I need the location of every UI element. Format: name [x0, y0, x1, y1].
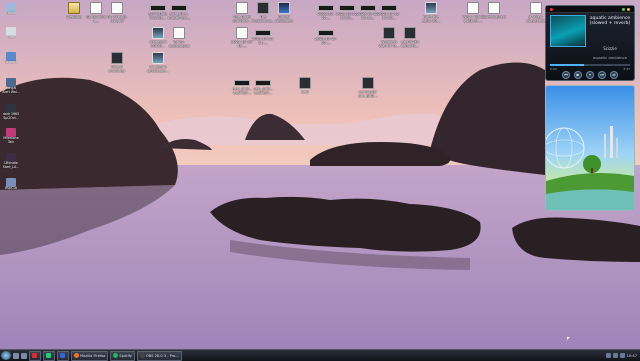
scenic-desktop-widget[interactable]	[545, 85, 635, 211]
desktop-icon[interactable]: new_prof... washroll...	[251, 77, 275, 95]
desktop-icon[interactable]: contrastor pro_BUD...	[356, 77, 380, 98]
network-tray-icon[interactable]	[605, 353, 611, 358]
media-player-widget: aquatic ambience (slowed + reverb) Scizz…	[545, 5, 635, 81]
image-file-icon	[255, 30, 271, 36]
desktop-icon[interactable]: lol-gleam landscape...	[146, 52, 170, 73]
shuffle-button[interactable]: ⇄	[610, 70, 618, 79]
clock[interactable]: 10:47	[627, 354, 637, 358]
archive-icon	[362, 77, 374, 89]
close-icon[interactable]	[550, 7, 553, 11]
taskbar-item-spotify[interactable]: Spotify	[110, 350, 135, 361]
track-title: aquatic ambience (slowed + reverb)	[589, 16, 631, 26]
desktop-icon[interactable]: attractive-sunset-wal...	[167, 2, 191, 20]
image-file-icon	[234, 80, 250, 86]
image-file-icon	[257, 2, 269, 14]
album-art	[550, 15, 586, 47]
file-icon	[299, 77, 311, 89]
obs-icon	[139, 353, 145, 358]
wallpaper	[0, 0, 640, 360]
executable-icon	[530, 2, 542, 14]
desktop-icon[interactable]: ezePR4X8 default6...	[398, 27, 422, 48]
desktop-icon-tripcut[interactable]: tRipCut	[2, 178, 20, 191]
text-file-icon	[488, 2, 500, 14]
taskbar-item-obs[interactable]: OBS 28.0.3 - Pro...	[136, 350, 182, 361]
taskbar-item-firefox[interactable]: Mozilla Firefox	[71, 350, 109, 361]
track-album: aquatic ambience	[593, 55, 627, 60]
show-desktop-icon[interactable]	[13, 352, 19, 359]
video-file-icon	[381, 5, 397, 11]
app-icon	[32, 353, 37, 358]
desktop-icon-fungal[interactable]: Fungal Alert Wal...	[2, 78, 20, 94]
desktop-icon-network[interactable]: Network	[2, 52, 20, 65]
folder-icon	[68, 2, 80, 14]
desktop-icon[interactable]: 2023-10-12-16-30...	[377, 2, 401, 20]
app-icon	[60, 353, 65, 358]
volume-tray-icon[interactable]	[612, 353, 618, 358]
spotify-icon	[113, 353, 119, 358]
desktop-icon[interactable]: from the early-30...	[419, 2, 443, 23]
maximize-icon[interactable]	[622, 7, 625, 11]
desktop-icon[interactable]: Desktop	[62, 2, 86, 19]
image-file-icon	[171, 5, 187, 11]
video-file-icon	[318, 5, 334, 11]
taskbar: Mozilla Firefox Spotify OBS 28.0.3 - Pro…	[0, 349, 640, 361]
image-file-icon	[255, 80, 271, 86]
desktop-icon-ultimate[interactable]: Ultimate Start_LA...	[2, 153, 20, 169]
archive-icon	[404, 27, 416, 39]
desktop-icon[interactable]: 2023-10-20-21-...	[251, 27, 275, 45]
player-titlebar	[546, 6, 634, 13]
desktop-icon[interactable]: Colour shock.tar	[105, 52, 129, 73]
desktop-icon[interactable]: 2023-10-12-20-...	[314, 27, 338, 45]
desktop-icon[interactable]: download.txt	[482, 2, 506, 19]
archive-icon	[383, 27, 395, 39]
desktop-icon-trash[interactable]: Trash	[2, 27, 20, 40]
video-file-icon	[318, 30, 334, 36]
image-file-icon	[150, 5, 166, 11]
track-artist: Scizzie	[603, 46, 617, 51]
play-button[interactable]: ▶	[574, 70, 582, 79]
player-controls: ⏮ ▶ ⏸ ⏭ ⇄	[550, 70, 630, 79]
start-menu-button[interactable]	[1, 351, 11, 360]
taskbar-item[interactable]	[43, 350, 55, 361]
next-button[interactable]: ⏭	[598, 70, 606, 79]
desktop-icon-dark-1965[interactable]: dark 1965 Spi2Oct...	[2, 104, 20, 120]
taskbar-item[interactable]	[29, 350, 41, 361]
document-icon	[90, 2, 102, 14]
desktop-icon[interactable]: GE Activity List.pdf	[105, 2, 129, 23]
archive-icon	[111, 52, 123, 64]
document-icon	[236, 2, 248, 14]
desktop-icon-home[interactable]: Home	[2, 3, 20, 16]
minimize-icon[interactable]	[627, 7, 630, 11]
image-file-icon	[152, 52, 164, 64]
desktop-icon-milestone[interactable]: Milestone Talk	[2, 128, 20, 144]
image-file-icon	[425, 2, 437, 14]
image-file-icon	[152, 27, 164, 39]
battery-tray-icon[interactable]	[619, 353, 625, 358]
system-tray: 10:47	[605, 353, 640, 358]
document-icon	[467, 2, 479, 14]
seek-bar-fill	[550, 64, 584, 66]
firefox-icon	[74, 353, 79, 358]
pause-button[interactable]: ⏸	[586, 70, 594, 79]
desktop-icon[interactable]: Global Wallpaper	[272, 2, 296, 23]
desktop-icon[interactable]: funny-quotes.png	[167, 27, 191, 48]
globe-landscape-art	[546, 126, 634, 210]
quick-launch-icon[interactable]	[21, 352, 27, 359]
mouse-cursor	[567, 337, 570, 340]
image-file-icon	[173, 27, 185, 39]
video-file-icon	[339, 5, 355, 11]
pdf-icon	[111, 2, 123, 14]
seek-bar[interactable]	[550, 64, 630, 66]
video-file-icon	[360, 5, 376, 11]
taskbar-item[interactable]	[57, 350, 69, 361]
previous-button[interactable]: ⏮	[562, 70, 570, 79]
document-icon	[236, 27, 248, 39]
desktop-icon[interactable]: bed	[293, 77, 317, 94]
app-icon	[46, 353, 51, 358]
image-file-icon	[278, 2, 290, 14]
